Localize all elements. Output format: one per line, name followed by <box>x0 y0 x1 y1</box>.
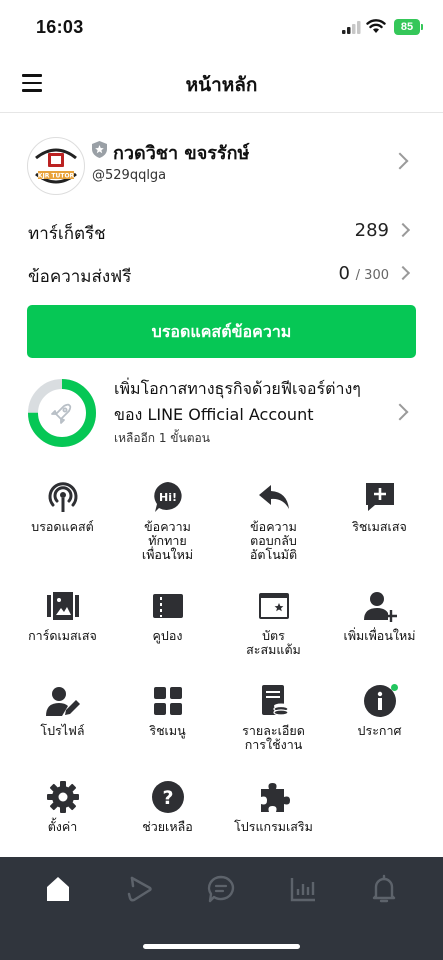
reward-card-icon <box>258 593 289 619</box>
broadcast-icon <box>48 482 77 512</box>
menu-add-friend[interactable]: เพิ่มเพื่อนใหม่ <box>327 589 432 643</box>
svg-text:?: ? <box>162 787 173 809</box>
promo-title[interactable]: เพิ่มโอกาสทางธุรกิจด้วยฟีเจอร์ต่างๆ ของ … <box>114 376 384 428</box>
menu-profile[interactable]: โปรไฟล์ <box>10 684 115 738</box>
menu-label: ตั้งค่า <box>47 819 78 834</box>
broadcast-message-button[interactable]: บรอดแคสต์ข้อความ <box>27 305 416 358</box>
menu-auto-reply[interactable]: ข้อความ ตอบกลับ อัตโนมัติ <box>221 480 326 562</box>
add-friend-icon <box>363 592 397 622</box>
menu-label: บรอดแคสต์ <box>31 519 94 534</box>
analytics-icon[interactable] <box>288 874 318 904</box>
coupon-icon <box>152 594 183 618</box>
menu-label: รายละเอียด การใช้งาน <box>242 723 305 752</box>
target-reach-value: 289 <box>354 220 389 241</box>
status-time: 16:03 <box>36 17 84 37</box>
svg-text:KJR TUTOR: KJR TUTOR <box>38 173 75 180</box>
rich-message-icon <box>365 483 394 511</box>
menu-label: บัตร สะสมแต้ม <box>246 628 301 657</box>
menu-rich-message[interactable]: ริชเมสเสจ <box>327 480 432 534</box>
menu-label: คูปอง <box>152 628 183 643</box>
menu-greeting[interactable]: Hi! ข้อความ ทักทาย เพื่อนใหม่ <box>115 480 220 562</box>
setup-progress-ring[interactable] <box>27 378 97 448</box>
chat-icon[interactable] <box>206 874 236 904</box>
usage-details-icon <box>261 685 289 716</box>
bell-icon[interactable] <box>369 874 399 904</box>
promo-subtitle: เหลืออีก 1 ขั้นตอน <box>114 431 210 445</box>
menu-label: เพิ่มเพื่อนใหม่ <box>343 628 416 643</box>
target-reach-chevron-icon[interactable] <box>395 222 411 238</box>
menu-label: โปรแกรมเสริม <box>234 819 313 834</box>
menu-usage-details[interactable]: รายละเอียด การใช้งาน <box>221 684 326 752</box>
battery-tip <box>421 24 423 30</box>
menu-help[interactable]: ? ช่วยเหลือ <box>115 780 220 834</box>
help-icon: ? <box>151 781 184 813</box>
rich-menu-icon <box>153 687 182 715</box>
profile-edit-icon <box>45 687 80 716</box>
menu-label: ริชเมนู <box>149 723 186 738</box>
shield-icon <box>92 141 107 158</box>
account-avatar[interactable]: KJR TUTOR <box>27 137 85 195</box>
menu-plugins[interactable]: โปรแกรมเสริม <box>221 780 326 834</box>
page-title: หน้าหลัก <box>185 74 258 96</box>
free-messages-label[interactable]: ข้อความส่งฟรี <box>28 263 131 290</box>
app-header: หน้าหลัก <box>0 56 443 113</box>
timeline-play-icon[interactable] <box>124 874 154 904</box>
puzzle-icon <box>260 783 290 812</box>
promo-chevron-icon[interactable] <box>391 403 409 421</box>
wifi-icon <box>366 19 386 33</box>
card-message-icon <box>46 592 79 620</box>
account-handle: @529qqlga <box>92 168 167 183</box>
menu-rich-menu[interactable]: ริชเมนู <box>115 684 220 738</box>
battery-icon: 85 <box>394 19 420 35</box>
gear-icon <box>46 781 79 813</box>
menu-label: ริชเมสเสจ <box>352 519 407 534</box>
free-messages-chevron-icon[interactable] <box>395 265 411 281</box>
menu-label: ข้อความ ตอบกลับ อัตโนมัติ <box>249 519 298 562</box>
svg-text:Hi!: Hi! <box>159 491 177 504</box>
menu-coupon[interactable]: คูปอง <box>115 589 220 643</box>
target-reach-label[interactable]: ทาร์เก็ตรีช <box>28 220 106 247</box>
account-chevron-icon[interactable] <box>391 152 409 170</box>
free-messages-value: 0 / 300 <box>330 263 389 284</box>
menu-label: ข้อความ ทักทาย เพื่อนใหม่ <box>141 519 194 562</box>
menu-broadcast[interactable]: บรอดแคสต์ <box>10 480 115 534</box>
menu-label: การ์ดเมสเสจ <box>28 628 97 643</box>
menu-label: ประกาศ <box>357 723 402 738</box>
menu-announcements[interactable]: ประกาศ <box>327 684 432 738</box>
menu-label: โปรไฟล์ <box>40 723 85 738</box>
free-messages-count: 0 <box>338 263 350 284</box>
menu-label: ช่วยเหลือ <box>142 819 193 834</box>
kjr-logo: KJR TUTOR <box>29 139 83 193</box>
account-name: กวดวิชา ขจรรักษ์ <box>113 143 250 164</box>
home-icon[interactable] <box>43 874 73 904</box>
free-messages-max: / 300 <box>355 268 389 283</box>
greeting-hi-icon: Hi! <box>153 482 182 512</box>
menu-reward-card[interactable]: บัตร สะสมแต้ม <box>221 589 326 657</box>
new-notice-dot <box>391 684 398 691</box>
signal-icon <box>342 21 361 34</box>
menu-card-message[interactable]: การ์ดเมสเสจ <box>10 589 115 643</box>
menu-settings[interactable]: ตั้งค่า <box>10 780 115 834</box>
reply-arrow-icon <box>258 485 289 509</box>
status-bar: 16:03 85 <box>0 0 443 56</box>
rocket-icon <box>51 403 72 424</box>
home-indicator <box>143 944 300 949</box>
